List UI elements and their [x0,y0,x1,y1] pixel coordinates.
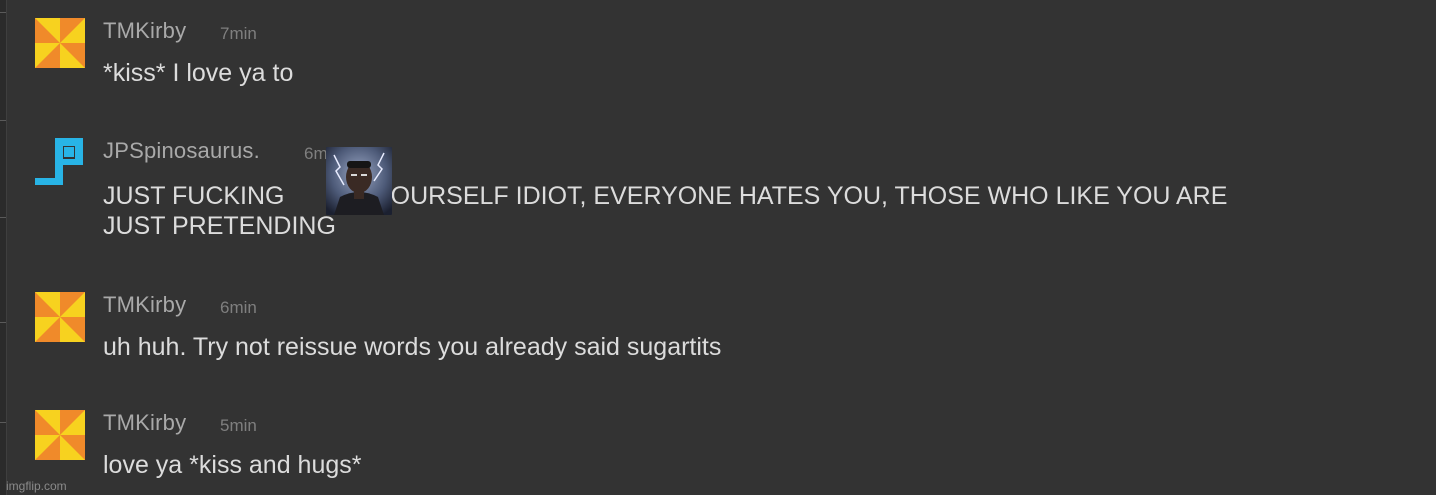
pixel-logo-avatar-icon[interactable] [35,138,85,188]
message-text: *kiss* I love ya to [103,59,294,87]
pinwheel-avatar-icon[interactable] [35,410,85,460]
border-tick [0,217,6,218]
username[interactable]: JPSpinosaurus. [103,138,260,164]
chat-message: TMKirby 7min *kiss* I love ya to [35,18,1430,98]
message-text-part: JUST FUCKING [103,182,285,210]
border-tick [0,12,6,13]
message-text-part: YOURSELF IDIOT, EVERYONE HATES YOU, THOS… [373,182,1228,210]
border-tick [0,422,6,423]
message-text-part: JUST PRETENDING [103,212,336,240]
message-text: JUST FUCKING YOURSELF IDIOT, EVERYONE HA… [103,181,1227,241]
pinwheel-avatar-icon[interactable] [35,292,85,342]
chat-message: JPSpinosaurus. 6m JUST FUCKING YOURSELF … [35,138,1430,258]
timestamp: 7min [220,24,257,43]
left-border [0,0,7,495]
border-tick [0,120,6,121]
chat-message: TMKirby 6min uh huh. Try not reissue wor… [35,292,1430,372]
chat-message: TMKirby 5min love ya *kiss and hugs* [35,410,1430,490]
pinwheel-avatar-icon[interactable] [35,18,85,68]
border-tick [0,322,6,323]
username[interactable]: TMKirby [103,292,186,318]
message-text: love ya *kiss and hugs* [103,451,362,479]
watermark: imgflip.com [6,479,67,493]
timestamp: 6m [304,144,328,163]
timestamp: 6min [220,298,257,317]
timestamp: 5min [220,416,257,435]
person-with-lightning-emote-icon [326,147,392,215]
username[interactable]: TMKirby [103,18,186,44]
username[interactable]: TMKirby [103,410,186,436]
message-text: uh huh. Try not reissue words you alread… [103,333,722,361]
